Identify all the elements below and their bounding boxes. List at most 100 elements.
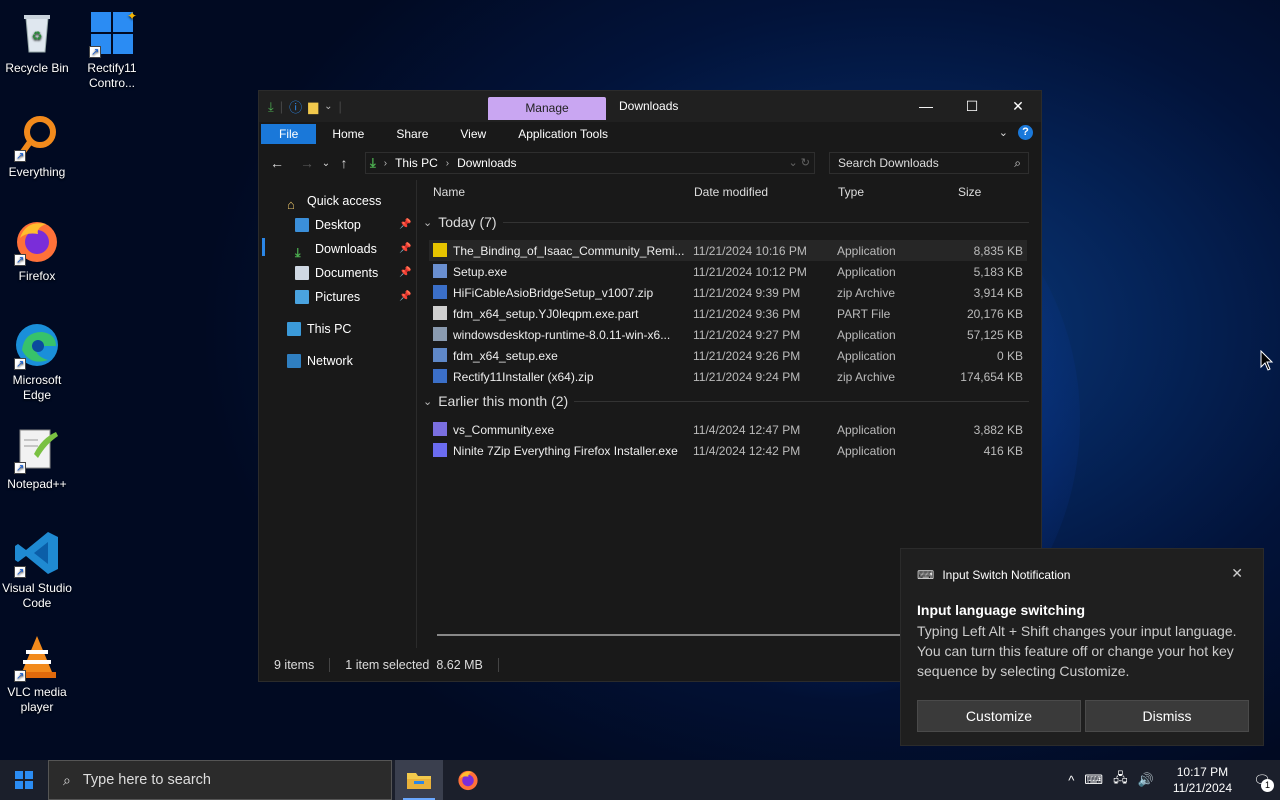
desktop-icon-firefox[interactable]: Firefox bbox=[0, 216, 74, 284]
table-row[interactable]: HiFiCableAsioBridgeSetup_v1007.zip 11/21/… bbox=[429, 282, 1027, 303]
taskbar-search-box[interactable]: ⌕ Type here to search bbox=[48, 760, 392, 800]
table-row[interactable]: The_Binding_of_Isaac_Community_Remi... 11… bbox=[429, 240, 1027, 261]
file-type-icon bbox=[433, 348, 447, 362]
vscode-icon bbox=[12, 528, 62, 580]
svg-text:♻: ♻ bbox=[32, 29, 43, 43]
window-controls: — ☐ ✕ bbox=[903, 91, 1041, 121]
tab-home[interactable]: Home bbox=[316, 124, 380, 144]
close-notification-icon[interactable]: ✕ bbox=[1231, 565, 1243, 582]
star-home-icon: ⌂ bbox=[287, 197, 295, 212]
notification-app-name: Input Switch Notification bbox=[942, 568, 1071, 582]
forward-arrow-icon[interactable]: → bbox=[295, 155, 319, 171]
dismiss-button[interactable]: Dismiss bbox=[1085, 700, 1249, 732]
network-status-icon[interactable]: 🖧 bbox=[1113, 769, 1128, 791]
refresh-icon[interactable]: ⌄ ↻ bbox=[789, 156, 811, 169]
file-size: 5,183 KB bbox=[973, 264, 1023, 279]
rectify11-control-icon: ✦ bbox=[87, 8, 137, 60]
file-size: 20,176 KB bbox=[966, 306, 1023, 321]
table-row[interactable]: Rectify11Installer (x64).zip 11/21/2024 9… bbox=[429, 366, 1027, 387]
column-header-name[interactable]: Name bbox=[433, 185, 465, 199]
column-header-size[interactable]: Size bbox=[958, 185, 981, 199]
file-name: The_Binding_of_Isaac_Community_Remi... bbox=[453, 243, 685, 258]
volume-icon[interactable]: 🔊 bbox=[1138, 772, 1154, 788]
computer-icon bbox=[287, 322, 301, 336]
recent-locations-icon[interactable]: ⌄ bbox=[319, 158, 333, 169]
group-header-today[interactable]: ⌄ Today (7) bbox=[423, 214, 1029, 230]
close-button[interactable]: ✕ bbox=[995, 91, 1041, 121]
taskbar-file-explorer[interactable] bbox=[395, 760, 443, 800]
firefox-icon bbox=[458, 770, 478, 791]
qat-dropdown-icon[interactable]: ⌄ bbox=[324, 101, 332, 112]
desktop-icon-label: Visual Studio Code bbox=[2, 581, 72, 610]
sidebar-item-network[interactable]: Network bbox=[287, 350, 353, 372]
desktop-icon-notepadpp[interactable]: Notepad++ bbox=[0, 424, 74, 492]
desktop-icon-rectify11-control[interactable]: ✦ Rectify11 Contro... bbox=[75, 8, 149, 91]
tab-share[interactable]: Share bbox=[380, 124, 444, 144]
table-row[interactable]: Ninite 7Zip Everything Firefox Installer… bbox=[429, 440, 1027, 461]
desktop-icon-vlc[interactable]: VLC media player bbox=[0, 632, 74, 715]
expand-ribbon-icon[interactable]: ⌄ bbox=[999, 126, 1008, 139]
up-arrow-icon[interactable]: ↑ bbox=[333, 155, 355, 171]
table-row[interactable]: fdm_x64_setup.exe 11/21/2024 9:26 PM Appli… bbox=[429, 345, 1027, 366]
column-header-type[interactable]: Type bbox=[838, 185, 864, 199]
start-button[interactable] bbox=[0, 760, 48, 800]
tab-application-tools[interactable]: Application Tools bbox=[502, 124, 624, 144]
shortcut-arrow-icon bbox=[14, 565, 26, 580]
vlc-icon bbox=[12, 632, 62, 684]
desktop-icon-edge[interactable]: Microsoft Edge bbox=[0, 320, 74, 403]
horizontal-scrollbar[interactable] bbox=[437, 634, 907, 636]
notification-title: Input language switching bbox=[917, 602, 1085, 618]
download-folder-icon: ⤓ bbox=[295, 246, 301, 260]
help-icon[interactable]: ? bbox=[1018, 125, 1033, 140]
action-center-button[interactable]: 🗨 1 bbox=[1244, 760, 1280, 800]
customize-button[interactable]: Customize bbox=[917, 700, 1081, 732]
group-header-earlier[interactable]: ⌄ Earlier this month (2) bbox=[423, 393, 1029, 409]
manage-tab[interactable]: Manage bbox=[488, 97, 606, 120]
desktop-icon-label: Notepad++ bbox=[7, 477, 67, 491]
new-folder-icon[interactable]: ▆ bbox=[308, 99, 318, 115]
breadcrumb-this-pc[interactable]: This PC bbox=[395, 156, 438, 170]
file-type-icon bbox=[433, 264, 447, 278]
title-bar[interactable]: ⤓ | ⓘ ▆ ⌄ | Manage Downloads — ☐ ✕ bbox=[259, 91, 1041, 122]
sidebar-item-pictures[interactable]: Pictures 📌 bbox=[295, 286, 413, 308]
back-arrow-icon[interactable]: ← bbox=[265, 155, 289, 171]
properties-icon[interactable]: ⓘ bbox=[289, 97, 302, 116]
file-name: Setup.exe bbox=[453, 264, 508, 279]
table-row[interactable]: Setup.exe 11/21/2024 10:12 PM Application 5… bbox=[429, 261, 1027, 282]
address-bar[interactable]: ⤓ › This PC › Downloads ⌄ ↻ bbox=[365, 152, 815, 174]
sidebar-item-documents[interactable]: Documents 📌 bbox=[295, 262, 413, 284]
file-date: 11/21/2024 9:39 PM bbox=[693, 285, 801, 300]
sidebar-item-quick-access[interactable]: ⌂ Quick access bbox=[287, 190, 381, 212]
chevron-down-icon: ⌄ bbox=[423, 395, 433, 408]
sidebar-item-downloads[interactable]: ⤓ Downloads 📌 bbox=[295, 238, 413, 260]
file-date: 11/21/2024 9:26 PM bbox=[693, 348, 801, 363]
file-size: 57,125 KB bbox=[966, 327, 1023, 342]
desktop-icon-vscode[interactable]: Visual Studio Code bbox=[0, 528, 74, 611]
table-row[interactable]: windowsdesktop-runtime-8.0.11-win-x6... 1… bbox=[429, 324, 1027, 345]
desktop-folder-icon bbox=[295, 218, 309, 232]
file-type-icon bbox=[433, 369, 447, 383]
table-row[interactable]: fdm_x64_setup.YJ0leqpm.exe.part 11/21/202… bbox=[429, 303, 1027, 324]
file-size: 416 KB bbox=[983, 443, 1023, 458]
language-keyboard-icon[interactable]: ⌨ bbox=[1084, 772, 1103, 788]
sidebar-item-this-pc[interactable]: This PC bbox=[287, 318, 351, 340]
column-header-date[interactable]: Date modified bbox=[694, 185, 768, 199]
sidebar-item-desktop[interactable]: Desktop 📌 bbox=[295, 214, 413, 236]
tab-view[interactable]: View bbox=[444, 124, 502, 144]
minimize-button[interactable]: — bbox=[903, 91, 949, 121]
desktop-icon-recycle-bin[interactable]: ♻ Recycle Bin bbox=[0, 8, 74, 76]
taskbar-firefox[interactable] bbox=[444, 760, 492, 800]
search-input[interactable]: Search Downloads ⌕ bbox=[829, 152, 1029, 174]
clock[interactable]: 10:17 PM 11/21/2024 bbox=[1173, 764, 1232, 796]
breadcrumb-downloads[interactable]: Downloads bbox=[457, 156, 516, 170]
maximize-button[interactable]: ☐ bbox=[949, 91, 995, 121]
show-hidden-icons-chevron-icon[interactable]: ^ bbox=[1068, 773, 1074, 788]
table-row[interactable]: vs_Community.exe 11/4/2024 12:47 PM Applic… bbox=[429, 419, 1027, 440]
file-type-icon bbox=[433, 443, 447, 457]
desktop-icon-everything[interactable]: Everything bbox=[0, 112, 74, 180]
input-switch-notification: ⌨ Input Switch Notification ✕ Input lang… bbox=[900, 548, 1264, 746]
search-icon: ⌕ bbox=[63, 771, 71, 788]
network-icon bbox=[287, 354, 301, 368]
desktop-icon-label: VLC media player bbox=[7, 685, 67, 714]
tab-file[interactable]: File bbox=[261, 124, 317, 144]
